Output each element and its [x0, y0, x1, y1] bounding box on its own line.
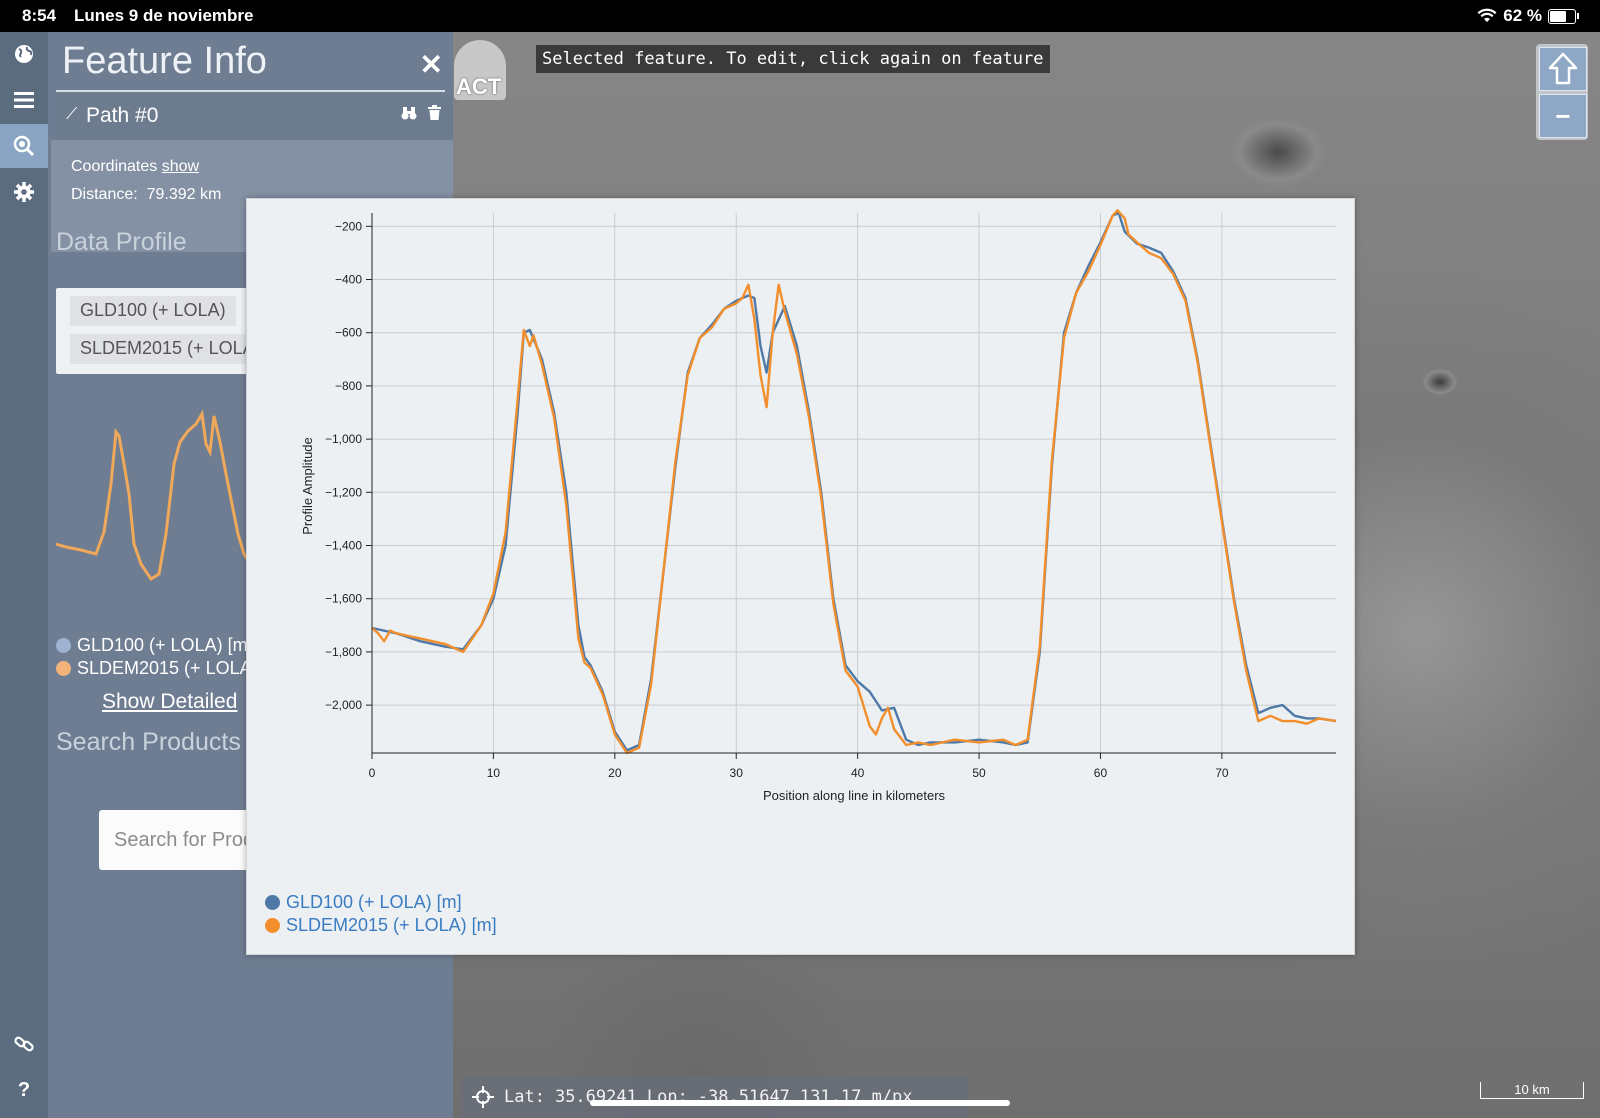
show-detailed-link[interactable]: Show Detailed — [102, 690, 237, 714]
layer-list: GLD100 (+ LOLA) SLDEM2015 (+ LOLA) — [56, 288, 271, 374]
status-right: 62 % — [1477, 6, 1579, 26]
legend-dot-sldem2015 — [56, 661, 71, 676]
panel-divider — [56, 90, 445, 92]
coordinates-label: Coordinates — [71, 158, 158, 175]
help-button[interactable]: ? — [0, 1068, 48, 1112]
chart-legend-dot-sldem2015 — [265, 918, 280, 933]
y-tick-label: −800 — [335, 379, 362, 393]
map-zoom-control: − — [1536, 44, 1588, 140]
x-tick-label: 60 — [1094, 766, 1108, 780]
y-tick-label: −1,600 — [325, 592, 362, 606]
panel-title: Feature Info — [62, 40, 267, 82]
binoculars-icon[interactable] — [401, 105, 417, 126]
y-tick-label: −600 — [335, 326, 362, 340]
link-icon — [14, 1036, 34, 1052]
mini-profile-chart — [56, 409, 256, 582]
series-line-sldem2015 — [371, 209, 1337, 755]
mini-legend-gld100: GLD100 (+ LOLA) [m] — [56, 635, 253, 656]
chart-legend-sldem2015-label: SLDEM2015 (+ LOLA) [m] — [286, 915, 497, 935]
y-tick-label: −1,800 — [325, 645, 362, 659]
globe-button[interactable] — [0, 32, 48, 76]
status-time: 8:54 — [22, 6, 57, 25]
battery-percent: 62 % — [1503, 6, 1542, 25]
battery-icon — [1548, 8, 1579, 24]
selection-toast: Selected feature. To edit, click again o… — [536, 45, 1050, 73]
chart-legend-dot-gld100 — [265, 895, 280, 910]
distance-value: 79.392 km — [146, 186, 222, 203]
lat-label: Lat: — [504, 1087, 545, 1107]
coordinates-row: Coordinates show — [71, 158, 199, 176]
y-tick-label: −1,200 — [325, 485, 362, 499]
scale-bar: 10 km — [1480, 1082, 1584, 1099]
y-tick-label: −1,400 — [325, 539, 362, 553]
profile-chart-modal: 0 10 20 30 40 50 60 70 −200 −400 −600 −800 −1,000 −1,… — [246, 198, 1355, 955]
pencil-icon: ⟋ — [66, 106, 78, 123]
chart-legend-gld100-label: GLD100 (+ LOLA) [m] — [286, 892, 462, 912]
wifi-icon — [1477, 8, 1497, 22]
path-name: Path #0 — [86, 104, 159, 127]
trash-icon[interactable] — [428, 105, 441, 124]
search-products-input[interactable]: Search for Products — [99, 810, 259, 870]
y-tick-label: −400 — [335, 273, 362, 287]
globe-icon — [15, 45, 33, 63]
menu-icon — [14, 92, 34, 108]
x-tick-label: 0 — [369, 766, 376, 780]
profile-chart: 0 10 20 30 40 50 60 70 −200 −400 −600 −800 −1,000 −1,… — [300, 209, 1337, 803]
layer-chip-gld100[interactable]: GLD100 (+ LOLA) — [70, 296, 236, 326]
coordinates-show-link[interactable]: show — [162, 158, 199, 175]
chart-series — [371, 209, 1337, 755]
x-tick-label: 30 — [730, 766, 744, 780]
y-tick-label: −1,000 — [325, 432, 362, 446]
y-tick-label: −200 — [335, 219, 362, 233]
y-tick-label: −2,000 — [325, 698, 362, 712]
close-icon: ✕ — [419, 49, 443, 80]
distance-row: Distance: 79.392 km — [71, 186, 221, 204]
settings-button[interactable] — [0, 170, 48, 214]
mini-legend-gld100-label: GLD100 (+ LOLA) [m] — [77, 635, 253, 655]
x-tick-label: 20 — [608, 766, 622, 780]
layer-chip-sldem2015[interactable]: SLDEM2015 (+ LOLA) — [70, 334, 271, 364]
status-date: Lunes 9 de noviembre — [74, 6, 254, 25]
link-button[interactable] — [0, 1022, 48, 1066]
zoom-out-button[interactable]: − — [1539, 94, 1587, 138]
mini-profile-line — [56, 409, 256, 582]
search-icon — [13, 135, 35, 157]
chart-legend-gld100: GLD100 (+ LOLA) [m] — [265, 892, 462, 913]
icon-rail: ? — [0, 32, 48, 1118]
legend-dot-gld100 — [56, 638, 71, 653]
chart-legend-sldem2015: SLDEM2015 (+ LOLA) [m] — [265, 915, 497, 936]
x-axis-label: Position along line in kilometers — [763, 788, 946, 803]
x-tick-label: 40 — [851, 766, 865, 780]
home-indicator[interactable] — [590, 1100, 1010, 1106]
x-tick-label: 70 — [1215, 766, 1229, 780]
x-tick-label: 10 — [487, 766, 501, 780]
home-arrow-icon — [1548, 52, 1578, 85]
act-logo: ACT — [454, 40, 506, 100]
series-line-gld100 — [371, 211, 1337, 752]
home-view-button[interactable] — [1539, 47, 1587, 91]
menu-button[interactable] — [0, 78, 48, 122]
close-panel-button[interactable]: ✕ — [420, 48, 443, 81]
status-bar: 8:54 Lunes 9 de noviembre 62 % — [0, 0, 1600, 32]
coordinates-bar: Lat: 35.69241 Lon: -38.51647 131.17 m/px — [462, 1076, 968, 1118]
gear-icon — [14, 182, 34, 202]
chart-grid — [371, 213, 1336, 753]
y-axis-label: Profile Amplitude — [300, 437, 315, 535]
crosshair-icon — [472, 1086, 494, 1108]
path-row: ⟋ Path #0 — [56, 94, 453, 138]
x-tick-label: 50 — [972, 766, 986, 780]
data-profile-title: Data Profile — [56, 228, 187, 256]
search-products-title: Search Products — [56, 728, 241, 756]
distance-label: Distance: — [71, 186, 138, 203]
search-tool-button[interactable] — [0, 124, 48, 168]
help-icon: ? — [17, 1078, 31, 1101]
